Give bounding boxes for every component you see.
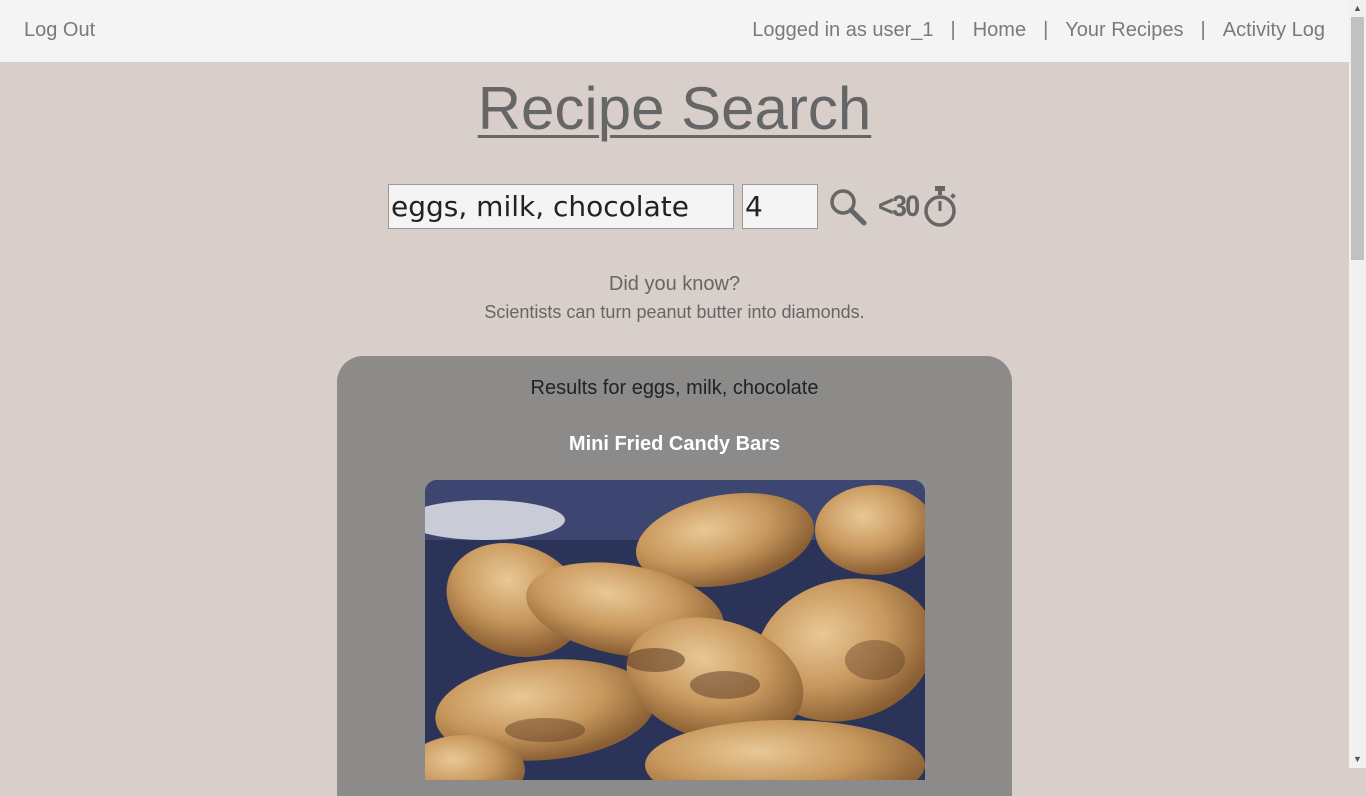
nav-separator: |: [1200, 19, 1206, 41]
search-bar: <30: [388, 184, 957, 229]
scroll-up-arrow[interactable]: ▲: [1349, 0, 1366, 17]
nav-separator: |: [950, 19, 956, 41]
nav-links: Logged in as user_1 | Home | Your Recipe…: [752, 19, 1325, 42]
quick-recipes-button[interactable]: <30: [878, 185, 957, 229]
scroll-down-arrow[interactable]: ▼: [1349, 751, 1366, 768]
stopwatch-icon: [924, 185, 956, 227]
under-30-label: <30: [878, 189, 920, 223]
logged-in-label: Logged in as user_1: [752, 19, 934, 41]
home-link[interactable]: Home: [973, 19, 1026, 42]
page-title: Recipe Search: [477, 75, 872, 142]
result-count-input[interactable]: [742, 184, 818, 229]
your-recipes-link[interactable]: Your Recipes: [1065, 19, 1183, 42]
results-heading: Results for eggs, milk, chocolate: [530, 377, 819, 399]
search-button[interactable]: [828, 187, 868, 227]
logout-link[interactable]: Log Out: [24, 19, 95, 42]
recipe-photo: [425, 480, 925, 780]
top-nav-bar: Log Out Logged in as user_1 | Home | You…: [0, 0, 1349, 62]
recipe-title-link[interactable]: Mini Fried Candy Bars: [337, 433, 1012, 456]
activity-log-link[interactable]: Activity Log: [1223, 19, 1325, 42]
nav-separator: |: [1043, 19, 1049, 41]
recipe-image[interactable]: [425, 480, 925, 780]
scroll-thumb[interactable]: [1351, 17, 1364, 260]
vertical-scrollbar[interactable]: ▲ ▼: [1349, 0, 1366, 768]
fact-heading: Did you know?: [608, 273, 741, 295]
fact-text: Scientists can turn peanut butter into d…: [484, 302, 865, 322]
results-panel: Results for eggs, milk, chocolate Mini F…: [337, 356, 1012, 796]
magnifier-icon: [830, 188, 867, 225]
ingredients-input[interactable]: [388, 184, 734, 229]
